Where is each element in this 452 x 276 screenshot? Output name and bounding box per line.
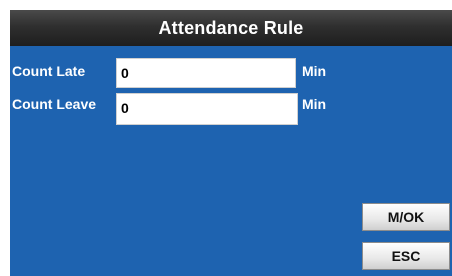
count-late-unit: Min	[302, 63, 327, 79]
esc-button[interactable]: ESC	[362, 242, 450, 270]
device-screen: Attendance Rule Count Late 0 Min Count L…	[0, 0, 452, 276]
ok-button[interactable]: M/OK	[362, 203, 450, 231]
window-title: Attendance Rule	[158, 17, 304, 38]
count-late-input[interactable]: 0	[116, 58, 296, 88]
form-panel: Count Late 0 Min Count Leave 0 Min M/OK …	[10, 46, 452, 276]
count-leave-input[interactable]: 0	[116, 93, 298, 125]
count-leave-label: Count Leave	[12, 96, 97, 112]
count-leave-unit: Min	[302, 96, 327, 112]
count-late-label: Count Late	[12, 63, 86, 79]
title-bar: Attendance Rule	[10, 10, 452, 46]
